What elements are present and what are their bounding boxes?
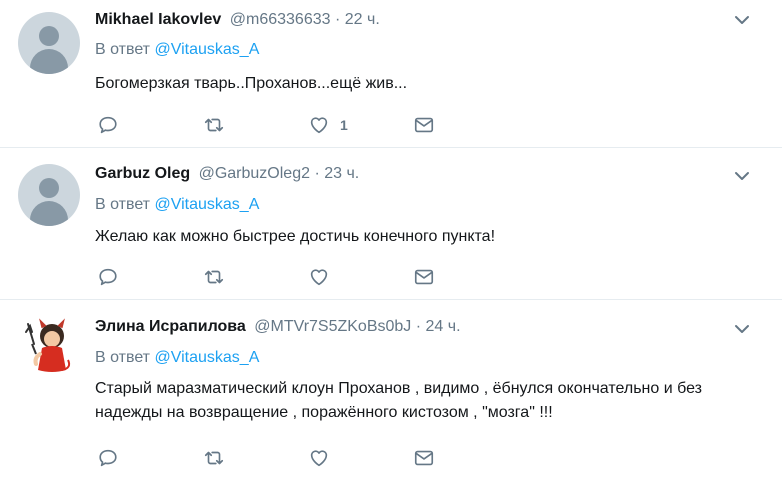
reply-button[interactable] (97, 266, 119, 288)
separator-dot: · (334, 11, 341, 28)
reply-button[interactable] (97, 114, 119, 136)
like-button[interactable] (308, 266, 340, 288)
chevron-down-icon[interactable] (734, 170, 750, 182)
tweet-text: Старый маразматический клоун Проханов , … (95, 380, 702, 421)
reply-mention-link[interactable]: @Vitauskas_A (154, 41, 259, 58)
retweet-button[interactable] (203, 266, 225, 288)
heart-icon (310, 117, 328, 134)
tweet-header: Garbuz Oleg @GarbuzOleg2 · 23 ч. (95, 164, 359, 184)
reply-mention-link[interactable]: @Vitauskas_A (154, 349, 259, 366)
reply-context: В ответ @Vitauskas_A (95, 195, 259, 215)
separator-dot: · (314, 165, 320, 182)
like-button[interactable]: 1 (308, 114, 348, 136)
retweet-icon (204, 270, 224, 284)
user-name[interactable]: Garbuz Oleg (95, 165, 190, 182)
envelope-icon (414, 450, 434, 466)
reply-prefix: В ответ (95, 349, 151, 366)
tweet[interactable]: Элина Исрапилова @MTVr7S5ZKoBs0bJ · 24 ч… (0, 300, 782, 483)
reply-prefix: В ответ (95, 41, 151, 58)
timestamp[interactable]: 22 ч. (345, 11, 380, 28)
chevron-down-icon[interactable] (734, 14, 750, 26)
retweet-icon (204, 451, 224, 465)
devil-cartoon-avatar (25, 318, 71, 372)
heart-icon (310, 450, 328, 467)
tweet-actions: 1 (95, 114, 445, 136)
avatar[interactable] (18, 12, 80, 74)
reply-context: В ответ @Vitauskas_A (95, 40, 259, 60)
retweet-icon (204, 118, 224, 132)
direct-message-button[interactable] (413, 447, 435, 469)
like-count: 1 (340, 117, 348, 133)
reply-button[interactable] (97, 447, 119, 469)
retweet-button[interactable] (203, 447, 225, 469)
reply-feed: Mikhael Iakovlev @m66336633 · 22 ч. В от… (0, 0, 782, 483)
timestamp[interactable]: 24 ч. (426, 318, 461, 335)
tweet-text: Богомерзкая тварь..Проханов...ещё жив... (95, 75, 408, 92)
timestamp[interactable]: 23 ч. (324, 165, 359, 182)
chevron-down-icon[interactable] (734, 323, 750, 335)
direct-message-button[interactable] (413, 114, 435, 136)
user-handle[interactable]: @m66336633 (230, 11, 331, 28)
tweet[interactable]: Mikhael Iakovlev @m66336633 · 22 ч. В от… (0, 0, 782, 148)
tweet-header: Mikhael Iakovlev @m66336633 · 22 ч. (95, 10, 380, 30)
avatar[interactable] (18, 314, 80, 376)
reply-icon (99, 449, 117, 467)
retweet-button[interactable] (203, 114, 225, 136)
like-button[interactable] (308, 447, 340, 469)
user-handle[interactable]: @GarbuzOleg2 (199, 165, 310, 182)
tweet-text: Желаю как можно быстрее достичь конечног… (95, 228, 496, 245)
tweet-header: Элина Исрапилова @MTVr7S5ZKoBs0bJ · 24 ч… (95, 317, 461, 337)
direct-message-button[interactable] (413, 266, 435, 288)
tweet-actions (95, 266, 445, 288)
user-name[interactable]: Элина Исрапилова (95, 318, 246, 335)
separator-dot: · (415, 318, 422, 335)
user-handle[interactable]: @MTVr7S5ZKoBs0bJ (254, 318, 411, 335)
avatar[interactable] (18, 164, 80, 226)
reply-mention-link[interactable]: @Vitauskas_A (154, 196, 259, 213)
reply-context: В ответ @Vitauskas_A (95, 348, 259, 368)
tweet[interactable]: Garbuz Oleg @GarbuzOleg2 · 23 ч. В ответ… (0, 148, 782, 300)
user-name[interactable]: Mikhael Iakovlev (95, 11, 221, 28)
reply-icon (99, 268, 117, 286)
envelope-icon (414, 117, 434, 133)
envelope-icon (414, 269, 434, 285)
heart-icon (310, 269, 328, 286)
reply-prefix: В ответ (95, 196, 151, 213)
reply-icon (99, 116, 117, 134)
tweet-actions (95, 447, 445, 469)
